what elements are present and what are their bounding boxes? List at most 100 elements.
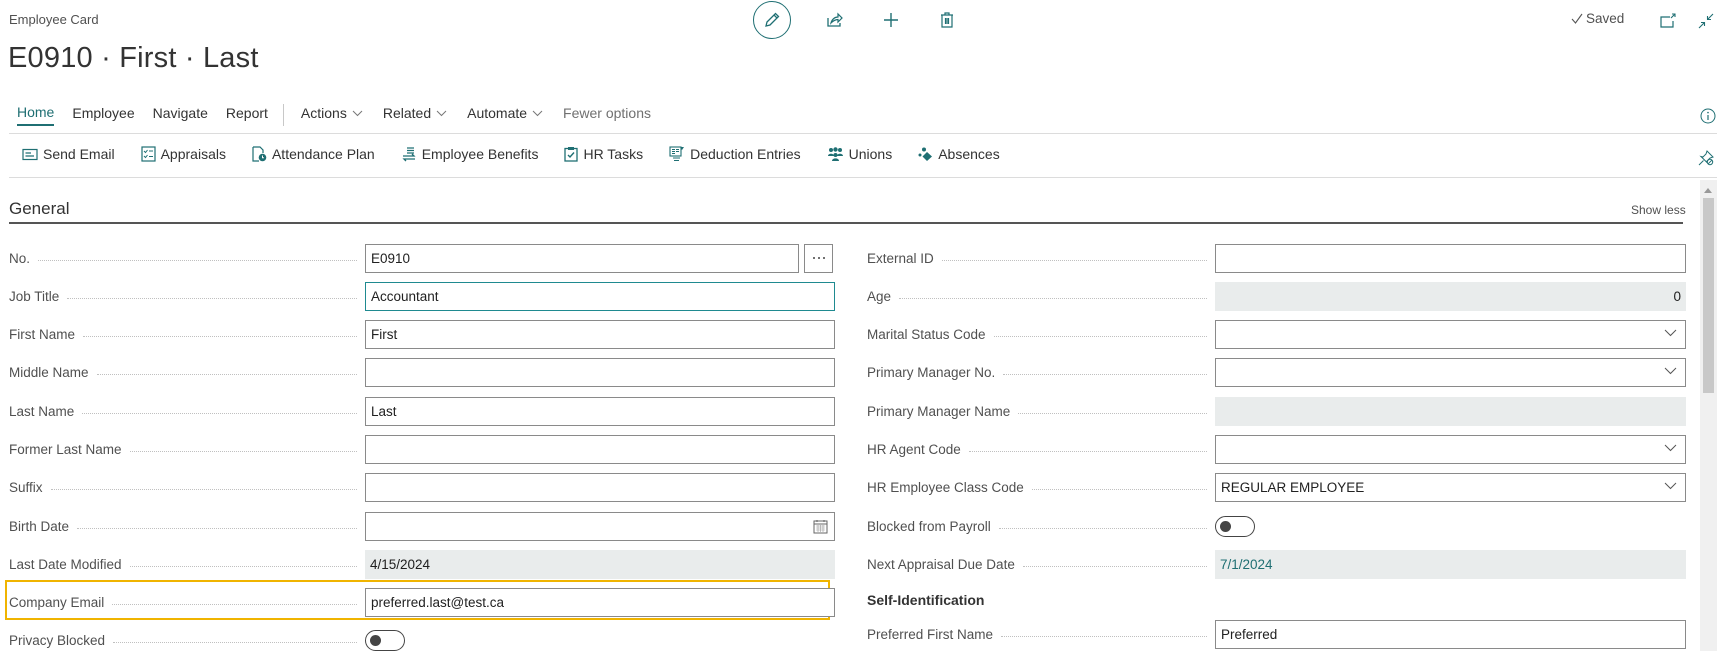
unions-label: Unions	[848, 146, 893, 162]
field-row-next-appraisal-due-date: Next Appraisal Due Date 7/1/2024	[867, 549, 1686, 579]
saved-status: Saved	[1571, 11, 1624, 26]
chevron-down-icon	[352, 110, 363, 116]
last-name-input[interactable]: Last	[365, 396, 835, 426]
field-label: Last Name	[9, 404, 365, 419]
chevron-down-icon	[1664, 482, 1677, 489]
field-label: Age	[867, 289, 1215, 304]
checkmark-icon	[1571, 13, 1583, 24]
primary-manager-no-select[interactable]	[1215, 357, 1686, 387]
info-button[interactable]	[1696, 104, 1720, 128]
section-title-general[interactable]: General	[9, 199, 69, 219]
preferred-first-name-input[interactable]: Preferred	[1215, 619, 1686, 649]
field-label: Marital Status Code	[867, 327, 1215, 342]
fewer-options-link[interactable]: Fewer options	[563, 105, 651, 125]
delete-button[interactable]	[935, 8, 959, 32]
attendance-plan-button[interactable]: Attendance Plan	[252, 146, 375, 162]
new-button[interactable]	[879, 8, 903, 32]
no-input[interactable]: E0910	[365, 243, 799, 273]
suffix-input[interactable]	[365, 472, 835, 502]
hr-tasks-button[interactable]: HR Tasks	[564, 146, 643, 162]
age-value: 0	[1215, 281, 1686, 311]
hr-employee-class-code-select[interactable]: REGULAR EMPLOYEE	[1215, 472, 1686, 502]
blocked-from-payroll-toggle[interactable]	[1215, 515, 1255, 537]
field-row-preferred-first-name: Preferred First Name Preferred	[867, 619, 1686, 649]
collapse-icon	[1698, 13, 1714, 29]
tab-employee[interactable]: Employee	[72, 105, 134, 125]
page-caption: Employee Card	[9, 12, 99, 27]
menu-actions-label: Actions	[300, 105, 347, 121]
info-icon	[1700, 108, 1716, 124]
vertical-scrollbar[interactable]	[1700, 180, 1717, 651]
scrollbar-thumb[interactable]	[1703, 198, 1714, 393]
field-row-last-date-modified: Last Date Modified 4/15/2024	[9, 549, 835, 579]
field-row-hr-agent-code: HR Agent Code	[867, 434, 1686, 464]
hr-agent-code-select[interactable]	[1215, 434, 1686, 464]
field-row-job-title: Job Title Accountant	[9, 281, 835, 311]
send-email-button[interactable]: Send Email	[22, 146, 115, 162]
company-email-input[interactable]: preferred.last@test.ca	[365, 587, 835, 617]
field-row-first-name: First Name First	[9, 319, 835, 349]
hr-tasks-label: HR Tasks	[583, 146, 644, 162]
field-row-middle-name: Middle Name	[9, 357, 835, 387]
calendar-icon[interactable]	[813, 519, 828, 534]
unpin-icon	[1698, 150, 1714, 166]
chevron-down-icon	[1664, 329, 1677, 336]
document-clock-icon	[252, 146, 267, 162]
ellipsis-icon	[812, 257, 825, 259]
first-name-input[interactable]: First	[365, 319, 835, 349]
field-row-external-id: External ID	[867, 243, 1686, 273]
benefits-icon	[402, 147, 416, 162]
field-label: Primary Manager Name	[867, 404, 1215, 419]
chevron-down-icon	[1664, 367, 1677, 374]
field-row-former-last-name: Former Last Name	[9, 434, 835, 464]
middle-name-input[interactable]	[365, 357, 835, 387]
send-email-label: Send Email	[43, 146, 115, 162]
field-label: Preferred First Name	[867, 627, 1215, 642]
tab-navigate[interactable]: Navigate	[153, 105, 208, 125]
menu-related[interactable]: Related	[383, 105, 447, 125]
field-label: No.	[9, 251, 365, 266]
next-appraisal-due-date-value[interactable]: 7/1/2024	[1215, 549, 1686, 579]
tab-home[interactable]: Home	[17, 104, 55, 126]
unions-button[interactable]: Unions	[827, 146, 893, 162]
unpin-button[interactable]	[1694, 146, 1718, 170]
absences-button[interactable]: Absences	[918, 146, 1000, 162]
people-group-icon	[827, 147, 843, 161]
no-assist-button[interactable]	[804, 243, 833, 273]
show-less-link[interactable]: Show less	[1631, 203, 1686, 217]
tab-report[interactable]: Report	[226, 105, 268, 125]
self-identification-heading: Self-Identification	[867, 592, 985, 608]
absences-icon	[918, 147, 933, 161]
plus-icon	[884, 13, 898, 27]
scroll-up-arrow-icon[interactable]	[1704, 188, 1712, 193]
field-label: Birth Date	[9, 519, 365, 534]
menu-automate[interactable]: Automate	[467, 105, 543, 125]
field-label: First Name	[9, 327, 365, 342]
collapse-button[interactable]	[1694, 9, 1718, 33]
edit-button[interactable]	[753, 1, 791, 39]
marital-status-code-select[interactable]	[1215, 319, 1686, 349]
menu-actions[interactable]: Actions	[301, 105, 363, 125]
job-title-input[interactable]: Accountant	[365, 281, 835, 311]
field-row-no: No. E0910	[9, 243, 833, 273]
field-label: HR Employee Class Code	[867, 480, 1215, 495]
divider	[9, 177, 1717, 178]
external-id-input[interactable]	[1215, 243, 1686, 273]
primary-manager-name-value	[1215, 396, 1686, 426]
open-new-window-button[interactable]	[1656, 9, 1680, 33]
checklist-icon	[140, 146, 156, 162]
clipboard-check-icon	[564, 147, 579, 162]
field-row-suffix: Suffix	[9, 472, 835, 502]
field-label: Privacy Blocked	[9, 633, 365, 648]
tab-separator	[282, 104, 284, 126]
field-row-privacy-blocked: Privacy Blocked	[9, 625, 405, 651]
field-label: Blocked from Payroll	[867, 519, 1215, 534]
action-bar: Send Email Appraisals Attendance Plan Em…	[22, 146, 1026, 162]
former-last-name-input[interactable]	[365, 434, 835, 464]
appraisals-button[interactable]: Appraisals	[140, 146, 226, 162]
share-button[interactable]	[823, 8, 847, 32]
birth-date-input[interactable]	[365, 511, 835, 541]
employee-benefits-button[interactable]: Employee Benefits	[401, 146, 538, 162]
deduction-entries-button[interactable]: Deduction Entries	[669, 146, 801, 162]
privacy-blocked-toggle[interactable]	[365, 629, 405, 651]
